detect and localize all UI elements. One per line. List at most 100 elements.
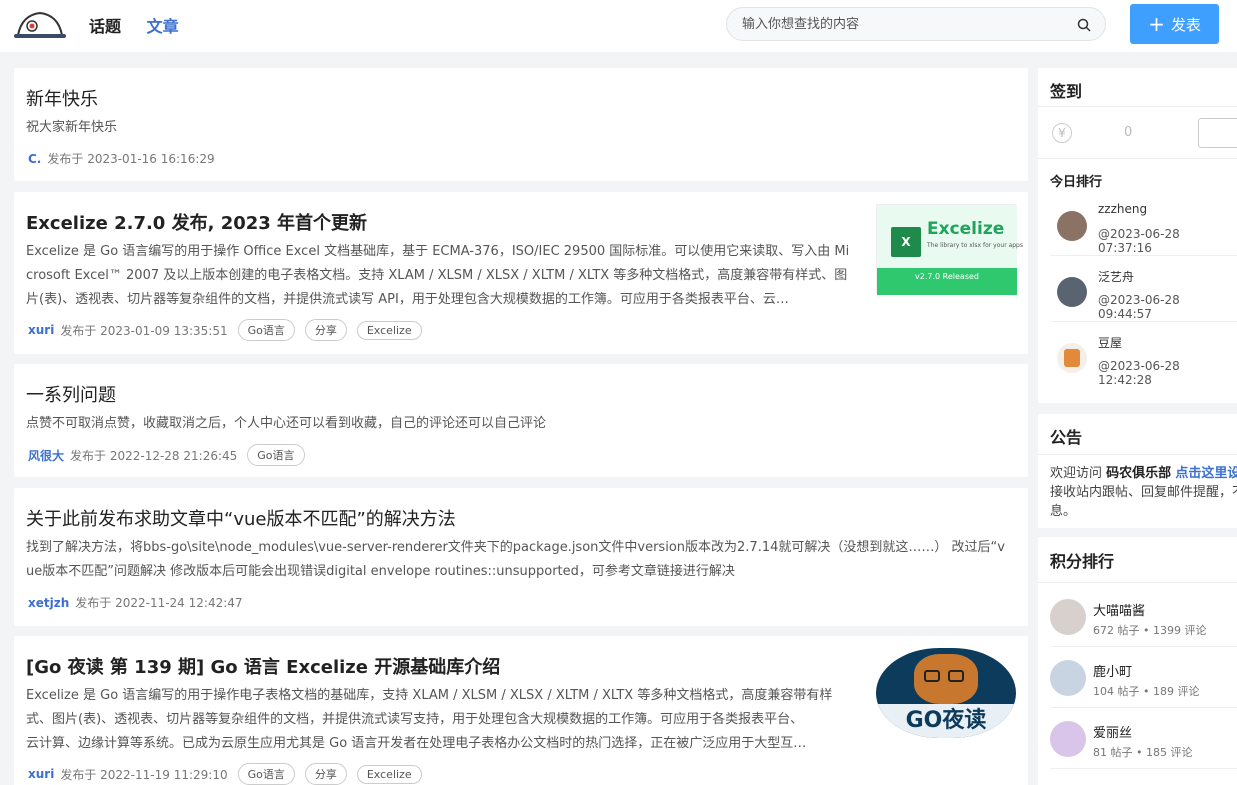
article-author[interactable]: xuri [28, 767, 54, 781]
rank-user[interactable]: 大喵喵酱 672 帖子 • 1399 评论 [1050, 587, 1237, 647]
article-date: 发布于 2023-01-16 16:16:29 [47, 152, 215, 166]
article-title[interactable]: Excelize 2.7.0 发布, 2023 年首个更新 [26, 209, 367, 235]
summary-line: crosoft Excel™ 2007 及以上版本创建的电子表格文档。支持 XL… [26, 268, 848, 283]
rank-user[interactable]: 鹿小町 104 帖子 • 189 评论 [1050, 648, 1237, 708]
excelize-banner: X Excelize The library to xlsx for your … [877, 205, 1023, 268]
site-logo-icon[interactable] [14, 9, 66, 39]
avatar[interactable] [1050, 721, 1086, 757]
site-name: 码农俱乐部 [1106, 466, 1172, 481]
summary-line: 式、图片(表)、透视表、切片器等复杂组件的文档，并提供流式读写支持，用于处理包含… [26, 712, 804, 727]
rank-user-stats: 672 帖子 • 1399 评论 [1093, 624, 1207, 637]
checkin-time: @2023-06-28 07:37:16 [1098, 227, 1180, 255]
checkin-title: 签到 [1050, 82, 1083, 101]
notice-suffix: 接收站内跟帖、回复邮件提醒，不 [1050, 485, 1237, 500]
tag[interactable]: 分享 [304, 763, 347, 785]
checkin-time: @2023-06-28 09:44:57 [1098, 293, 1180, 321]
tag[interactable]: Excelize [356, 320, 422, 340]
checkin-panel: 签到 ¥ 0 今日排行 zzzheng @2023-06-28 07:37:16… [1038, 68, 1237, 403]
article-card: [Go 夜读 第 139 期] Go 语言 Excelize 开源基础库介绍 E… [14, 636, 1028, 785]
nav-topics[interactable]: 话题 [89, 13, 121, 37]
avatar[interactable] [1057, 343, 1087, 373]
divider [1050, 707, 1237, 708]
article-card: 一系列问题 点赞不可取消点赞，收藏取消之后，个人中心还可以看到收藏，自己的评论还… [14, 364, 1028, 477]
search-icon[interactable] [1077, 18, 1091, 32]
avatar[interactable] [1057, 211, 1087, 241]
avatar[interactable] [1057, 277, 1087, 307]
rank-user-name[interactable]: 大喵喵酱 [1093, 600, 1145, 619]
notice-title: 公告 [1050, 428, 1083, 447]
plus-icon: + [1148, 12, 1165, 36]
summary-line: Excelize 是 Go 语言编写的用于操作电子表格文档的基础库，支持 XLA… [26, 688, 833, 703]
avatar[interactable] [1050, 599, 1086, 635]
article-date: 发布于 2022-11-19 11:29:10 [60, 767, 228, 782]
article-thumbnail[interactable]: X Excelize The library to xlsx for your … [876, 204, 1023, 295]
article-title[interactable]: 新年快乐 [26, 85, 98, 111]
post-button[interactable]: + 发表 [1130, 4, 1219, 44]
search-input[interactable] [742, 8, 1062, 40]
divider [1038, 158, 1237, 159]
thumb-release: v2.7.0 Released [877, 268, 1017, 295]
user-name[interactable]: zzzheng [1098, 202, 1147, 216]
checkin-user[interactable]: 泛艺舟 @2023-06-28 09:44:57 [1050, 262, 1237, 322]
thumb-title: Excelize [927, 219, 1005, 239]
glasses-icon [924, 670, 940, 682]
article-meta: C. 发布于 2023-01-16 16:16:29 [28, 150, 215, 167]
article-summary: 找到了解决方法，将bbs-go\site\node_modules\vue-se… [26, 536, 1021, 584]
summary-line: 片(表)、透视表、切片器等复杂组件的文档，并提供流式读写 API，用于处理包含大… [26, 292, 789, 307]
notice-link[interactable]: 点击这里设 [1175, 466, 1237, 481]
score-rank-panel: 积分排行 大喵喵酱 672 帖子 • 1399 评论 鹿小町 104 帖子 • … [1038, 537, 1237, 785]
nav-articles[interactable]: 文章 [147, 13, 179, 37]
article-card: 关于此前发布求助文章中“vue版本不匹配”的解决方法 找到了解决方法，将bbs-… [14, 488, 1028, 626]
article-card: 新年快乐 祝大家新年快乐 C. 发布于 2023-01-16 16:16:29 [14, 68, 1028, 181]
article-title[interactable]: 关于此前发布求助文章中“vue版本不匹配”的解决方法 [26, 505, 456, 531]
tag[interactable]: 分享 [304, 319, 347, 341]
article-meta: xuri 发布于 2022-11-19 11:29:10 Go语言 分享 Exc… [28, 763, 422, 785]
notice-end: 息。 [1050, 504, 1077, 519]
rank-user-stats: 81 帖子 • 185 评论 [1093, 746, 1193, 759]
article-title[interactable]: 一系列问题 [26, 381, 116, 407]
rank-user-name[interactable]: 爱丽丝 [1093, 722, 1132, 741]
article-author[interactable]: xetjzh [28, 596, 69, 610]
article-date: 发布于 2022-12-28 21:26:45 [70, 448, 238, 463]
tag[interactable]: Go语言 [237, 319, 295, 341]
thumb-subtitle: The library to xlsx for your apps [927, 242, 1023, 249]
article-summary: 点赞不可取消点赞，收藏取消之后，个人中心还可以看到收藏，自己的评论还可以自己评论 [26, 416, 547, 431]
summary-line: ue版本不匹配”问题解决 修改版本后可能会出现错误digital envelop… [26, 564, 735, 579]
divider [1050, 321, 1237, 322]
checkin-user[interactable]: zzzheng @2023-06-28 07:37:16 [1050, 196, 1237, 256]
article-thumbnail[interactable]: GO夜读 [876, 648, 1016, 738]
tag[interactable]: Go语言 [237, 763, 295, 785]
coin-icon: ¥ [1052, 123, 1072, 143]
rank-user-name[interactable]: 鹿小町 [1093, 661, 1132, 680]
article-summary: Excelize 是 Go 语言编写的用于操作 Office Excel 文档基… [26, 240, 876, 312]
summary-line: 云计算、边缘计算等系统。已成为云原生应用尤其是 Go 语言开发者在处理电子表格办… [26, 736, 807, 751]
today-rank-title: 今日排行 [1050, 175, 1103, 190]
search-box [726, 7, 1106, 41]
tag[interactable]: Excelize [356, 764, 422, 784]
glasses-icon [948, 670, 964, 682]
avatar[interactable] [1050, 660, 1086, 696]
top-header: 话题 文章 + 发表 [0, 0, 1237, 52]
rank-user[interactable]: 爱丽丝 81 帖子 • 185 评论 [1050, 709, 1237, 769]
coin-value: 0 [1124, 125, 1133, 140]
article-meta: 风很大 发布于 2022-12-28 21:26:45 Go语言 [28, 444, 305, 466]
article-summary: Excelize 是 Go 语言编写的用于操作电子表格文档的基础库，支持 XLA… [26, 684, 876, 756]
divider [1050, 768, 1237, 769]
user-name[interactable]: 泛艺舟 [1098, 268, 1134, 285]
article-summary: 祝大家新年快乐 [26, 120, 118, 135]
excel-icon: X [891, 227, 921, 257]
divider [1038, 106, 1237, 107]
checkin-button[interactable] [1198, 118, 1237, 148]
article-meta: xetjzh 发布于 2022-11-24 12:42:47 [28, 594, 243, 611]
tag[interactable]: Go语言 [247, 444, 305, 466]
article-title[interactable]: [Go 夜读 第 139 期] Go 语言 Excelize 开源基础库介绍 [26, 653, 500, 679]
main-nav: 话题 文章 [89, 13, 199, 37]
article-card: Excelize 2.7.0 发布, 2023 年首个更新 Excelize 是… [14, 192, 1028, 354]
article-author[interactable]: xuri [28, 323, 54, 337]
checkin-user[interactable]: 豆屋 @2023-06-28 12:42:28 [1050, 328, 1237, 388]
article-author[interactable]: C. [28, 152, 41, 166]
divider [1050, 255, 1237, 256]
article-author[interactable]: 风很大 [28, 447, 64, 464]
notice-text: 欢迎访问 码农俱乐部 点击这里设 接收站内跟帖、回复邮件提醒，不 息。 [1050, 464, 1237, 521]
user-name[interactable]: 豆屋 [1098, 334, 1122, 351]
